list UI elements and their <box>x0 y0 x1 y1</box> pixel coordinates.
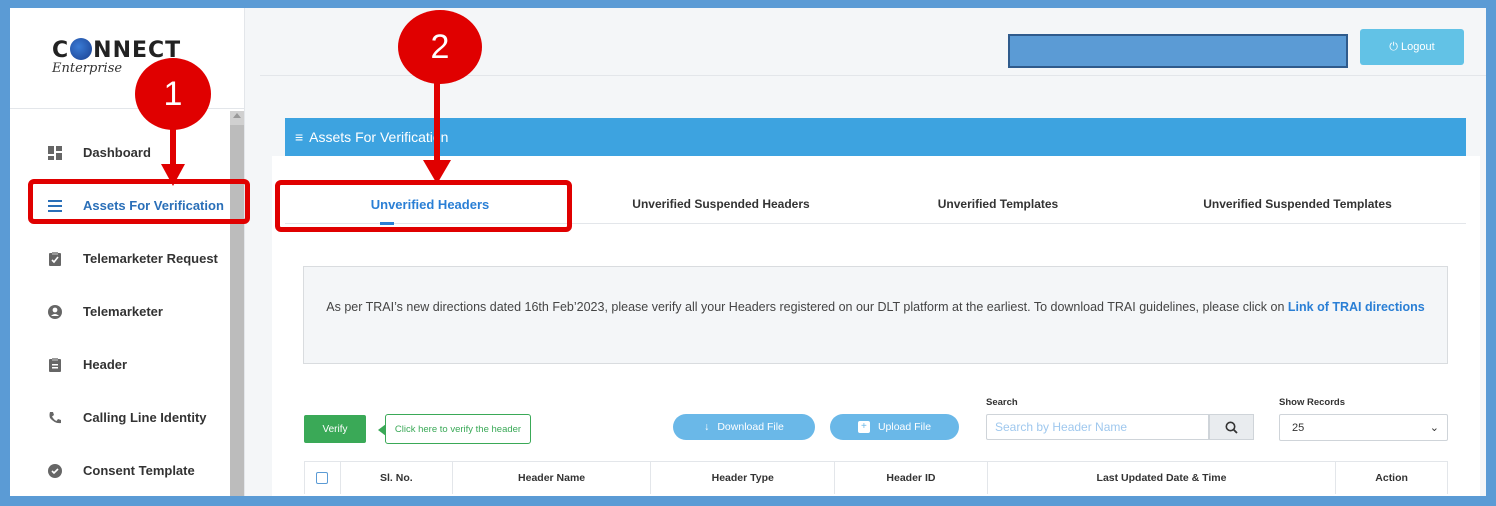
annotation-callout-2: 2 <box>398 10 482 84</box>
arrow-1-head <box>161 164 185 186</box>
screenshot-frame: C NNECT Enterprise Dashboard Assets For V… <box>0 0 1496 506</box>
annotation-arrows <box>161 78 451 186</box>
annotation-callout-1: 1 <box>135 58 211 130</box>
arrow-2-head <box>423 160 451 184</box>
